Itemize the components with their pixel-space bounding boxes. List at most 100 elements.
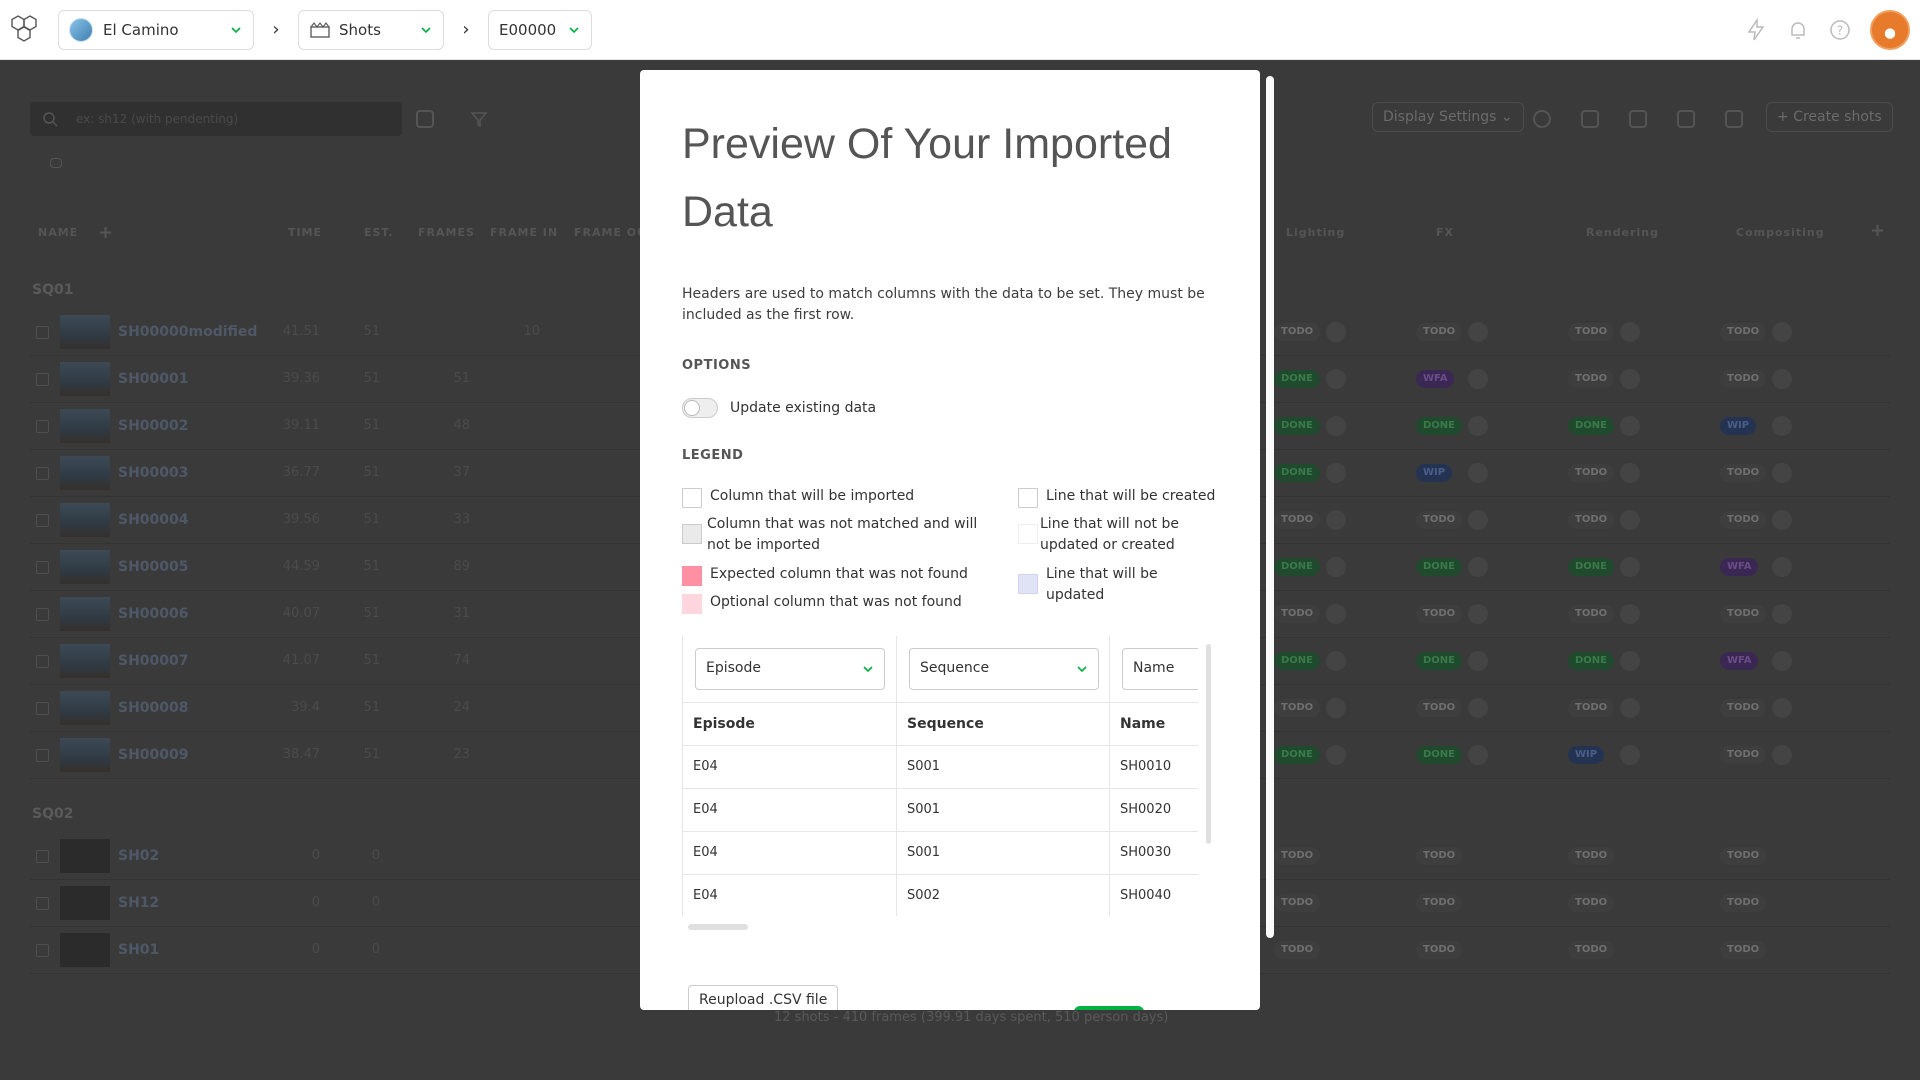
shot-thumbnail[interactable] bbox=[60, 644, 110, 678]
status-badge-fx[interactable]: WIP bbox=[1416, 464, 1453, 482]
status-badge-rendering[interactable]: DONE bbox=[1568, 652, 1615, 670]
column-header-fx[interactable]: FX bbox=[1436, 226, 1454, 239]
column-mapping-select-sequence[interactable]: Sequence bbox=[909, 648, 1099, 690]
cell-time[interactable]: 39.56 bbox=[280, 512, 320, 527]
cell-time[interactable]: 40.07 bbox=[280, 606, 320, 621]
shot-name[interactable]: SH02 bbox=[118, 848, 159, 864]
export-icon[interactable] bbox=[1629, 110, 1647, 128]
help-icon[interactable]: ? bbox=[1828, 18, 1852, 42]
status-badge-lighting[interactable]: TODO bbox=[1274, 941, 1321, 959]
cell-time[interactable]: 41.51 bbox=[280, 324, 320, 339]
cell-est[interactable]: 51 bbox=[340, 606, 380, 621]
status-badge-rendering[interactable]: TODO bbox=[1568, 847, 1615, 865]
status-badge-rendering[interactable]: TODO bbox=[1568, 894, 1615, 912]
status-badge-lighting[interactable]: DONE bbox=[1274, 417, 1321, 435]
status-badge-rendering[interactable]: TODO bbox=[1568, 323, 1615, 341]
row-checkbox[interactable] bbox=[36, 944, 49, 957]
cell-frame_in[interactable]: 10 bbox=[500, 324, 540, 339]
status-badge-rendering[interactable]: TODO bbox=[1568, 605, 1615, 623]
assignee-avatar[interactable] bbox=[1326, 369, 1346, 389]
search-input[interactable]: ex: sh12 (with pendenting) bbox=[30, 102, 402, 136]
column-header-lighting[interactable]: Lighting bbox=[1286, 226, 1345, 239]
kitsu-logo-icon[interactable] bbox=[8, 12, 44, 48]
cell-est[interactable]: 51 bbox=[340, 418, 380, 433]
status-badge-fx[interactable]: TODO bbox=[1416, 941, 1463, 959]
shot-name[interactable]: SH00000modified bbox=[118, 324, 257, 340]
cell-est[interactable]: 51 bbox=[340, 700, 380, 715]
status-badge-fx[interactable]: TODO bbox=[1416, 323, 1463, 341]
shot-thumbnail[interactable] bbox=[60, 503, 110, 537]
confirm-import-button[interactable] bbox=[1074, 1006, 1144, 1010]
shot-name[interactable]: SH00001 bbox=[118, 371, 189, 387]
status-badge-lighting[interactable]: TODO bbox=[1274, 605, 1321, 623]
column-header-compositing[interactable]: Compositing bbox=[1736, 226, 1825, 239]
status-badge-fx[interactable]: WFA bbox=[1416, 370, 1455, 388]
status-badge-fx[interactable]: TODO bbox=[1416, 699, 1463, 717]
assignee-avatar[interactable] bbox=[1772, 698, 1792, 718]
cell-frames[interactable]: 33 bbox=[430, 512, 470, 527]
modal-scrollbar[interactable] bbox=[1266, 76, 1274, 938]
cell-est[interactable]: 51 bbox=[340, 559, 380, 574]
csv-import-icon[interactable] bbox=[1677, 110, 1695, 128]
assignee-avatar[interactable] bbox=[1772, 416, 1792, 436]
cell-time[interactable]: 39.36 bbox=[280, 371, 320, 386]
cell-time[interactable]: 41.07 bbox=[280, 653, 320, 668]
assignee-avatar[interactable] bbox=[1468, 322, 1488, 342]
cell-frames[interactable]: 51 bbox=[430, 371, 470, 386]
assignee-avatar[interactable] bbox=[1772, 557, 1792, 577]
add-column-plus-icon[interactable]: + bbox=[98, 222, 114, 243]
status-badge-compositing[interactable]: TODO bbox=[1720, 464, 1767, 482]
status-badge-compositing[interactable]: TODO bbox=[1720, 323, 1767, 341]
assignee-avatar[interactable] bbox=[1772, 369, 1792, 389]
cell-time[interactable]: 38.47 bbox=[280, 747, 320, 762]
assignee-avatar[interactable] bbox=[1620, 651, 1640, 671]
status-badge-rendering[interactable]: DONE bbox=[1568, 417, 1615, 435]
status-badge-compositing[interactable]: WFA bbox=[1720, 652, 1759, 670]
shot-thumbnail[interactable] bbox=[60, 597, 110, 631]
cell-frames[interactable]: 24 bbox=[430, 700, 470, 715]
status-badge-compositing[interactable]: TODO bbox=[1720, 941, 1767, 959]
shot-thumbnail[interactable] bbox=[60, 315, 110, 349]
status-badge-rendering[interactable]: DONE bbox=[1568, 558, 1615, 576]
assignee-avatar[interactable] bbox=[1772, 463, 1792, 483]
assignee-avatar[interactable] bbox=[1468, 557, 1488, 577]
status-badge-lighting[interactable]: TODO bbox=[1274, 699, 1321, 717]
status-badge-fx[interactable]: DONE bbox=[1416, 558, 1463, 576]
assignee-avatar[interactable] bbox=[1326, 698, 1346, 718]
column-header-rendering[interactable]: Rendering bbox=[1586, 226, 1659, 239]
status-badge-lighting[interactable]: TODO bbox=[1274, 511, 1321, 529]
shot-name[interactable]: SH00002 bbox=[118, 418, 189, 434]
shot-thumbnail[interactable] bbox=[60, 886, 110, 920]
cell-time[interactable]: 39.11 bbox=[280, 418, 320, 433]
row-checkbox[interactable] bbox=[36, 561, 49, 574]
assignee-avatar[interactable] bbox=[1468, 745, 1488, 765]
assignee-avatar[interactable] bbox=[1620, 510, 1640, 530]
assignee-avatar[interactable] bbox=[1326, 322, 1346, 342]
status-badge-lighting[interactable]: TODO bbox=[1274, 894, 1321, 912]
cell-est[interactable]: 51 bbox=[340, 324, 380, 339]
assignee-avatar[interactable] bbox=[1772, 745, 1792, 765]
cell-time[interactable]: 0 bbox=[280, 848, 320, 863]
status-badge-compositing[interactable]: WFA bbox=[1720, 558, 1759, 576]
add-column-icon[interactable] bbox=[1533, 110, 1551, 128]
status-badge-compositing[interactable]: TODO bbox=[1720, 511, 1767, 529]
status-badge-compositing[interactable]: TODO bbox=[1720, 370, 1767, 388]
row-checkbox[interactable] bbox=[36, 608, 49, 621]
assignee-avatar[interactable] bbox=[1468, 463, 1488, 483]
shot-name[interactable]: SH00004 bbox=[118, 512, 189, 528]
assignee-avatar[interactable] bbox=[1326, 651, 1346, 671]
column-header-frame-in[interactable]: FRAME IN bbox=[490, 226, 558, 239]
cell-est[interactable]: 51 bbox=[340, 465, 380, 480]
assignee-avatar[interactable] bbox=[1772, 651, 1792, 671]
assignee-avatar[interactable] bbox=[1620, 745, 1640, 765]
reupload-csv-button[interactable]: Reupload .CSV file bbox=[688, 985, 839, 1010]
status-badge-rendering[interactable]: TODO bbox=[1568, 699, 1615, 717]
status-badge-lighting[interactable]: TODO bbox=[1274, 323, 1321, 341]
cell-frames[interactable]: 37 bbox=[430, 465, 470, 480]
assignee-avatar[interactable] bbox=[1326, 745, 1346, 765]
cell-est[interactable]: 0 bbox=[340, 942, 380, 957]
cell-time[interactable]: 39.4 bbox=[280, 700, 320, 715]
shot-thumbnail[interactable] bbox=[60, 933, 110, 967]
lightning-icon[interactable] bbox=[1744, 18, 1768, 42]
status-badge-rendering[interactable]: WIP bbox=[1568, 746, 1605, 764]
